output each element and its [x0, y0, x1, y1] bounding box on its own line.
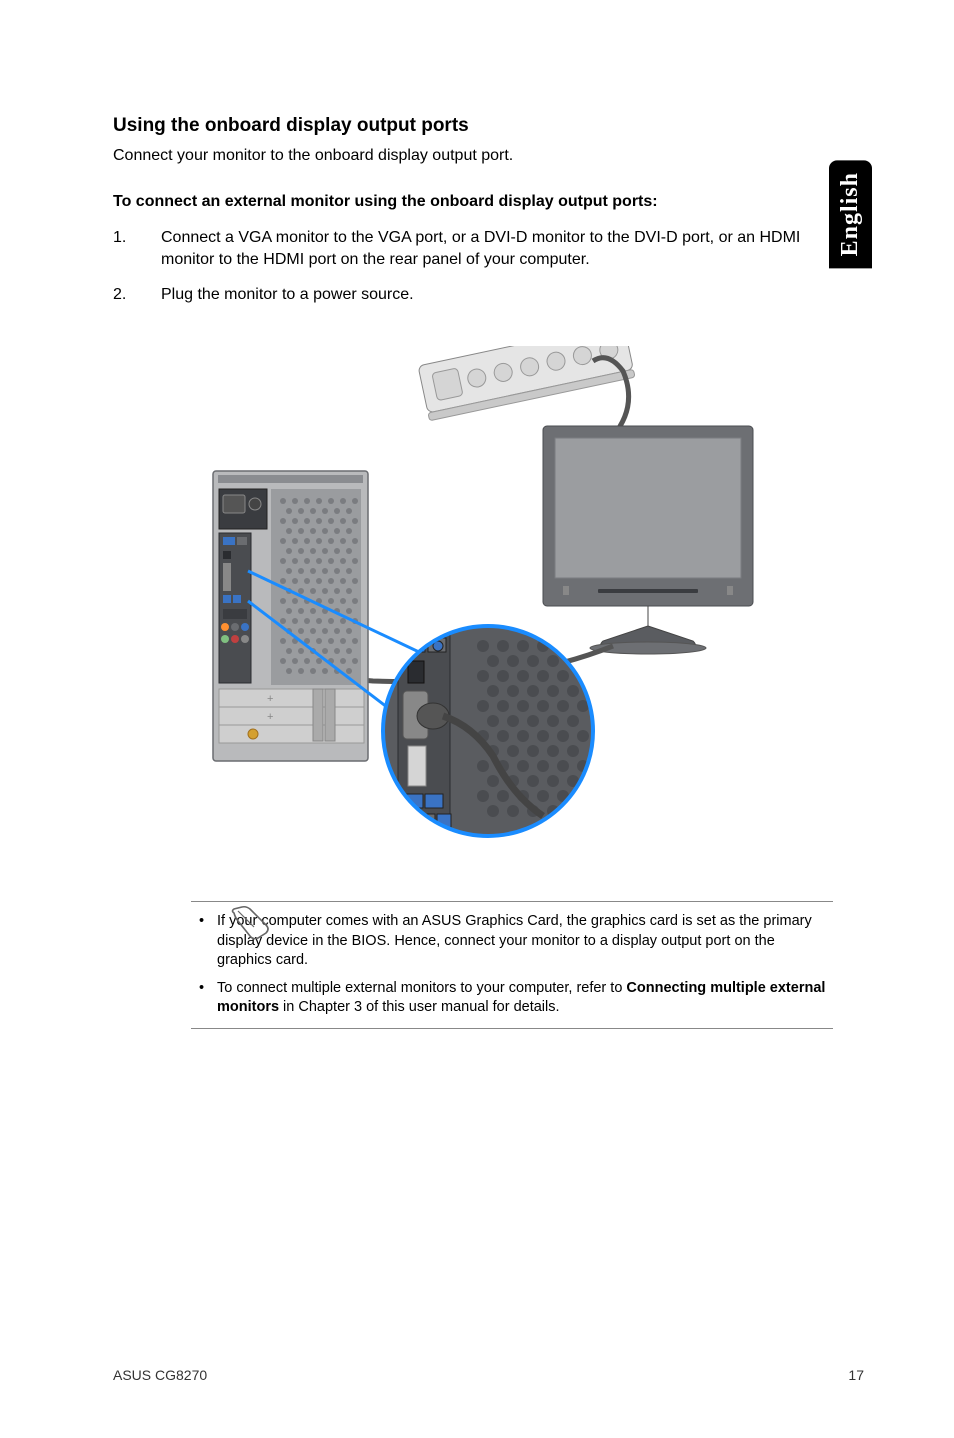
language-tab: English: [829, 160, 872, 268]
step-item: 1. Connect a VGA monitor to the VGA port…: [113, 227, 833, 272]
connection-diagram-figure: + +: [113, 346, 833, 846]
note-text: To connect multiple external monitors to…: [217, 979, 833, 1018]
step-number: 1.: [113, 227, 161, 272]
step-item: 2. Plug the monitor to a power source.: [113, 284, 833, 306]
note-text: If your computer comes with an ASUS Grap…: [217, 912, 833, 971]
page-footer: ASUS CG8270 17: [113, 1367, 864, 1383]
diagram-svg: + +: [163, 346, 783, 846]
step-number: 2.: [113, 284, 161, 306]
step-text: Connect a VGA monitor to the VGA port, o…: [161, 227, 833, 272]
sub-heading: To connect an external monitor using the…: [113, 193, 833, 211]
footer-page-number: 17: [848, 1367, 864, 1383]
note-item: • If your computer comes with an ASUS Gr…: [199, 912, 833, 971]
note-pointer-icon: [228, 905, 272, 946]
bullet: •: [199, 912, 217, 971]
svg-text:+: +: [267, 711, 273, 723]
footer-model: ASUS CG8270: [113, 1367, 207, 1383]
note-block: • If your computer comes with an ASUS Gr…: [191, 901, 833, 1029]
step-text: Plug the monitor to a power source.: [161, 284, 833, 306]
intro-text: Connect your monitor to the onboard disp…: [113, 147, 833, 165]
bullet: •: [199, 979, 217, 1018]
section-heading: Using the onboard display output ports: [113, 115, 833, 137]
note-item: • To connect multiple external monitors …: [199, 979, 833, 1018]
svg-text:+: +: [267, 693, 273, 705]
